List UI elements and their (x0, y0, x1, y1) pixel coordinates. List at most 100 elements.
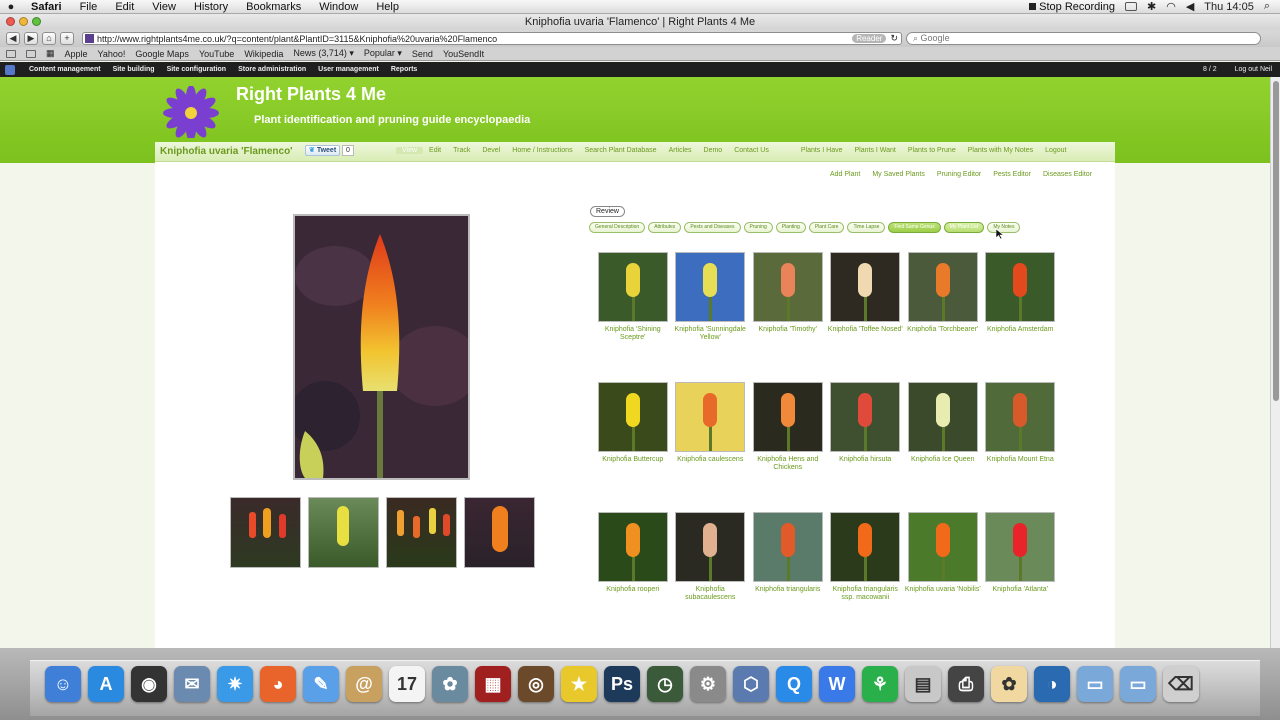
bookmark-wikipedia[interactable]: Wikipedia (244, 49, 283, 59)
plant-name-link[interactable]: Kniphofia rooperi (595, 586, 671, 594)
nav-plants-i-have[interactable]: Plants I Have (795, 147, 849, 154)
plant-card[interactable]: Kniphofia subacaulescens (672, 512, 750, 642)
trash-icon[interactable]: ⌫ (1163, 666, 1199, 702)
photo-booth-icon[interactable]: ▦ (475, 666, 511, 702)
finder-icon[interactable]: ☺ (45, 666, 81, 702)
dashboard-icon[interactable]: ◉ (131, 666, 167, 702)
nav-pests-editor[interactable]: Pests Editor (993, 171, 1031, 178)
preview-icon[interactable]: ▤ (905, 666, 941, 702)
menu-window[interactable]: Window (310, 1, 367, 13)
plant-card[interactable]: Kniphofia triangularis ssp. macowanii (827, 512, 905, 642)
documents-folder-icon[interactable]: ▭ (1120, 666, 1156, 702)
ichat-icon[interactable]: ✎ (303, 666, 339, 702)
plant-thumbnail[interactable] (752, 382, 823, 452)
tab-my-plant-list[interactable]: My Plant List (943, 222, 985, 233)
plant-card[interactable]: Kniphofia Mount Etna (982, 382, 1060, 512)
tab-time-lapse[interactable]: Time Lapse (847, 222, 886, 233)
zoom-window-icon[interactable] (32, 17, 41, 26)
bookmark-send[interactable]: Send (412, 49, 433, 59)
xcode-icon[interactable]: ⬡ (733, 666, 769, 702)
reader-button[interactable]: Reader (852, 34, 887, 43)
plant-name-link[interactable]: Kniphofia triangularis (750, 586, 826, 594)
admin-site-building[interactable]: Site building (107, 66, 161, 73)
review-button[interactable]: Review (590, 206, 625, 217)
plant-thumbnail[interactable] (985, 512, 1056, 582)
plant-card[interactable]: Kniphofia hirsuta (827, 382, 905, 512)
app-store-icon[interactable]: A (88, 666, 124, 702)
growl-icon[interactable]: ⚘ (862, 666, 898, 702)
quicktime-icon[interactable]: Q (776, 666, 812, 702)
menu-bookmarks[interactable]: Bookmarks (237, 1, 310, 13)
menu-help[interactable]: Help (367, 1, 408, 13)
plant-thumbnail[interactable] (675, 252, 746, 322)
drupal-icon[interactable] (5, 64, 15, 75)
aperture-icon[interactable]: ◎ (518, 666, 554, 702)
nav-home-instructions[interactable]: Home / Instructions (506, 147, 578, 154)
plant-name-link[interactable]: Kniphofia 'Toffee Nosed' (827, 326, 903, 334)
plant-name-link[interactable]: Kniphofia 'Shining Sceptre' (595, 326, 671, 342)
plant-thumbnail[interactable] (907, 512, 978, 582)
plant-name-link[interactable]: Kniphofia caulescens (672, 456, 748, 464)
spotlight-icon[interactable]: ⌕ (1264, 0, 1270, 13)
address-book-icon[interactable]: @ (346, 666, 382, 702)
page-scrollbar[interactable] (1270, 77, 1280, 648)
add-bookmark-button[interactable]: + (60, 32, 74, 45)
top-sites-icon[interactable]: ▦ (46, 48, 55, 59)
screen-sharing-icon[interactable]: ◑ (1034, 666, 1070, 702)
tab-plant-care[interactable]: Plant Care (808, 222, 845, 233)
menu-edit[interactable]: Edit (106, 1, 143, 13)
bookmark-apple[interactable]: Apple (65, 49, 88, 59)
tab-track[interactable]: Track (447, 147, 476, 154)
photoshop-icon[interactable]: Ps (604, 666, 640, 702)
volume-icon[interactable]: ◀ (1186, 0, 1194, 13)
nav-diseases-editor[interactable]: Diseases Editor (1043, 171, 1092, 178)
plant-name-link[interactable]: Kniphofia 'Torchbearer' (905, 326, 981, 334)
reading-list-icon[interactable] (6, 49, 16, 58)
clock[interactable]: Thu 14:05 (1204, 1, 1254, 13)
tab-pests-and-diseases[interactable]: Pests and Diseases (684, 222, 741, 233)
tab-edit[interactable]: Edit (423, 147, 447, 154)
tab-view[interactable]: View (396, 147, 424, 154)
admin-logout[interactable]: Log out Neil (1235, 66, 1272, 73)
plant-name-link[interactable]: Kniphofia triangularis ssp. macowanii (827, 586, 903, 602)
plant-thumbnail[interactable] (985, 382, 1056, 452)
status-icon[interactable] (1124, 2, 1137, 11)
plant-thumbnail[interactable] (675, 382, 746, 452)
search-field[interactable]: ⌕ Google (906, 32, 1261, 45)
art-icon[interactable]: ✿ (991, 666, 1027, 702)
minimize-window-icon[interactable] (19, 17, 28, 26)
plant-card[interactable]: Kniphofia caulescens (672, 382, 750, 512)
plant-card[interactable]: Kniphofia 'Sunningdale Yellow' (672, 252, 750, 382)
plant-thumbnail[interactable] (675, 512, 746, 582)
plant-card[interactable]: Kniphofia Amsterdam (982, 252, 1060, 382)
bookmark-google-maps[interactable]: Google Maps (135, 49, 189, 59)
plant-thumbnail[interactable] (597, 252, 668, 322)
plant-name-link[interactable]: Kniphofia Buttercup (595, 456, 671, 464)
address-url[interactable]: http://www.rightplants4me.co.uk/?q=conte… (97, 34, 852, 44)
tab-pruning[interactable]: Pruning (743, 222, 773, 233)
bookmark-yousendit[interactable]: YouSendIt (443, 49, 484, 59)
bookmark-news[interactable]: News (3,714) ▾ (293, 48, 354, 59)
mail-icon[interactable]: ✉ (174, 666, 210, 702)
bookmark-youtube[interactable]: YouTube (199, 49, 234, 59)
home-button[interactable]: ⌂ (42, 32, 56, 45)
nav-my-saved-plants[interactable]: My Saved Plants (872, 171, 925, 178)
admin-store-administration[interactable]: Store administration (232, 66, 312, 73)
plant-name-link[interactable]: Kniphofia uvaria 'Nobilis' (905, 586, 981, 594)
plant-card[interactable]: Kniphofia Hens and Chickens (749, 382, 827, 512)
system-preferences-icon[interactable]: ⚙ (690, 666, 726, 702)
plant-thumbnail[interactable] (985, 252, 1056, 322)
tab-general-description[interactable]: General Description (589, 222, 646, 233)
apple-menu-icon[interactable]: ● (0, 1, 22, 13)
plant-card[interactable]: Kniphofia 'Shining Sceptre' (594, 252, 672, 382)
admin-site-configuration[interactable]: Site configuration (161, 66, 233, 73)
nav-demo[interactable]: Demo (698, 147, 729, 154)
thumbnail-1[interactable] (230, 497, 301, 568)
tab-attributes[interactable]: Attributes (648, 222, 682, 233)
plant-thumbnail[interactable] (830, 512, 901, 582)
nav-search-plant-database[interactable]: Search Plant Database (579, 147, 663, 154)
plant-card[interactable]: Kniphofia Buttercup (594, 382, 672, 512)
plant-name-link[interactable]: Kniphofia subacaulescens (672, 586, 748, 602)
bookmark-popular[interactable]: Popular ▾ (364, 48, 402, 59)
plant-name-link[interactable]: Kniphofia Mount Etna (982, 456, 1058, 464)
